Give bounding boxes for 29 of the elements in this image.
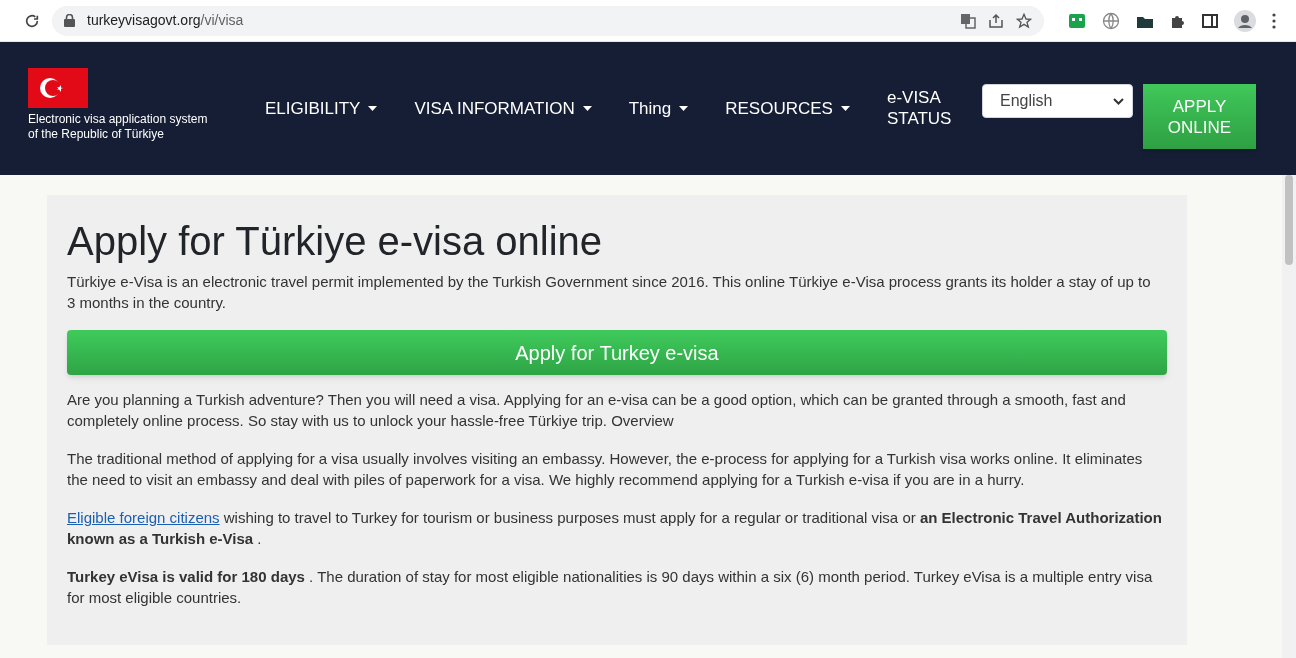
reload-icon[interactable]: [24, 12, 40, 29]
page-title: Apply for Türkiye e-visa online: [67, 218, 604, 265]
menu-icon[interactable]: [1272, 12, 1276, 29]
nav-link[interactable]: Thing: [628, 98, 689, 119]
intro-paragraph: Türkiye e-Visa is an electronic travel permit implemented by the Turkish Government since 2016. This online Türkiye e-Visa process grants its holder a stay of up to 3 months in the country.: [67, 272, 1152, 313]
translate-icon[interactable]: [960, 12, 976, 29]
language-select[interactable]: English: [982, 84, 1133, 118]
body-paragraph: Are you planning a Turkish adventure? Then you will need a visa. Applying for an e-visa can be a good option, which can be granted through a smooth, fast and completely online process. So stay with us to unlock your hassle-free Türkiye trip. Overview: [67, 390, 1127, 431]
lock-icon: [64, 14, 75, 27]
nav-link[interactable]: e-VISA STATUS: [886, 87, 953, 129]
nav-link[interactable]: RESOURCES: [725, 98, 850, 119]
body-paragraph: The traditional method of applying for a visa usually involves visiting an embassy. However, the e-process for applying for a Turkish visa works online. It eliminates the need to visit an embassy and deal with piles of paperwork for a visa. We highly recommend applying for a Turkish e-visa if you are in a hurry.: [67, 449, 1144, 490]
star-icon[interactable]: [1016, 12, 1032, 29]
site-tagline: Electronic visa application system of the Republic of Türkiye: [28, 112, 209, 142]
address-bar[interactable]: turkeyvisagovt.org/vi/visa: [52, 5, 1044, 36]
profile-icon[interactable]: [1234, 9, 1256, 32]
share-icon[interactable]: [988, 12, 1004, 29]
chevron-icon: [1113, 97, 1124, 105]
body-paragraph: Eligible foreign citizens wishing to travel to Turkey for tourism or business purposes must apply for a regular or traditional visa or an Electronic Travel Authorization known as a Turkish e-Visa .: [67, 508, 1163, 549]
eligible-citizens-link[interactable]: Eligible foreign citizens: [67, 509, 220, 526]
flag-icon[interactable]: [28, 68, 88, 108]
nav-link[interactable]: ELIGIBILITY: [265, 98, 378, 119]
side-panel-icon[interactable]: [1202, 12, 1218, 29]
url-text: turkeyvisagovt.org/vi/visa: [87, 11, 245, 30]
nav-link[interactable]: VISA INFORMATION: [414, 98, 592, 119]
globe-icon[interactable]: [1102, 11, 1120, 30]
scrollbar-thumb[interactable]: [1285, 175, 1293, 265]
body-paragraph: Turkey eVisa is valid for 180 days . The duration of stay for most eligible nationalities is 90 days within a six (6) month period. Turkey eVisa is a multiple entry visa for most eligible countries.: [67, 567, 1154, 608]
extension-icon[interactable]: [1068, 11, 1086, 30]
